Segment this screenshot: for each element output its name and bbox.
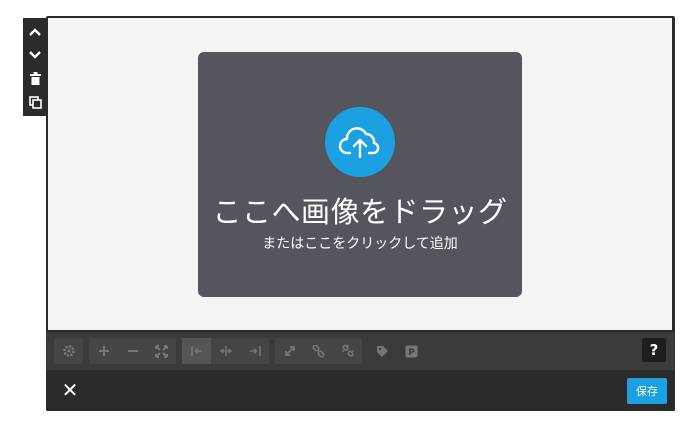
settings-icon bbox=[62, 345, 75, 357]
align-center-icon bbox=[219, 346, 232, 356]
toolbar-group-meta: P bbox=[368, 338, 426, 364]
image-dropzone[interactable]: ここへ画像をドラッグ またはここをクリックして追加 bbox=[198, 52, 522, 297]
image-editor-frame: ここへ画像をドラッグ またはここをクリックして追加 P ? ✕ 保存 bbox=[46, 16, 675, 411]
move-down-button[interactable] bbox=[25, 45, 45, 65]
fullsize-icon bbox=[284, 346, 295, 356]
delete-button[interactable] bbox=[25, 69, 45, 89]
chevron-down-icon bbox=[29, 51, 41, 59]
settings-button[interactable] bbox=[54, 338, 83, 364]
link-icon bbox=[312, 344, 325, 358]
svg-text:P: P bbox=[408, 348, 415, 358]
cloud-upload-icon bbox=[325, 107, 395, 177]
unlink-button[interactable] bbox=[333, 338, 362, 364]
move-up-button[interactable] bbox=[25, 22, 45, 42]
duplicate-icon bbox=[28, 95, 42, 109]
fit-button[interactable] bbox=[147, 338, 176, 364]
fit-icon bbox=[155, 344, 168, 358]
pinterest-button[interactable]: P bbox=[397, 338, 426, 364]
duplicate-button[interactable] bbox=[25, 92, 45, 112]
zoom-out-icon bbox=[127, 350, 138, 352]
zoom-out-button[interactable] bbox=[118, 338, 147, 364]
tag-button[interactable] bbox=[368, 338, 397, 364]
trash-icon bbox=[29, 72, 41, 86]
chevron-up-icon bbox=[29, 28, 41, 36]
tag-icon bbox=[377, 345, 388, 357]
align-right-button[interactable] bbox=[240, 338, 269, 364]
save-button[interactable]: 保存 bbox=[627, 378, 667, 404]
fullsize-button[interactable] bbox=[275, 338, 304, 364]
action-bar: ✕ 保存 bbox=[46, 370, 675, 411]
dropzone-subtitle: またはここをクリックして追加 bbox=[262, 236, 458, 252]
unlink-icon bbox=[341, 344, 354, 357]
align-center-button[interactable] bbox=[211, 338, 240, 364]
align-right-icon bbox=[249, 346, 261, 356]
zoom-in-icon bbox=[98, 346, 109, 356]
align-left-icon bbox=[190, 346, 202, 356]
close-button[interactable]: ✕ bbox=[60, 380, 80, 400]
dropzone-title: ここへ画像をドラッグ bbox=[212, 195, 508, 229]
zoom-in-button[interactable] bbox=[89, 338, 118, 364]
toolbar-group-align bbox=[182, 338, 269, 364]
pinterest-icon: P bbox=[405, 345, 418, 358]
image-canvas: ここへ画像をドラッグ またはここをクリックして追加 bbox=[48, 18, 672, 330]
toolbar-group-link bbox=[275, 338, 362, 364]
toolbar-group-zoom bbox=[89, 338, 176, 364]
link-button[interactable] bbox=[304, 338, 333, 364]
help-button[interactable]: ? bbox=[642, 338, 666, 362]
edit-toolbar: P ? bbox=[46, 332, 675, 370]
block-side-toolbar bbox=[23, 18, 47, 116]
toolbar-group-settings bbox=[54, 338, 83, 364]
align-left-button[interactable] bbox=[182, 338, 211, 364]
